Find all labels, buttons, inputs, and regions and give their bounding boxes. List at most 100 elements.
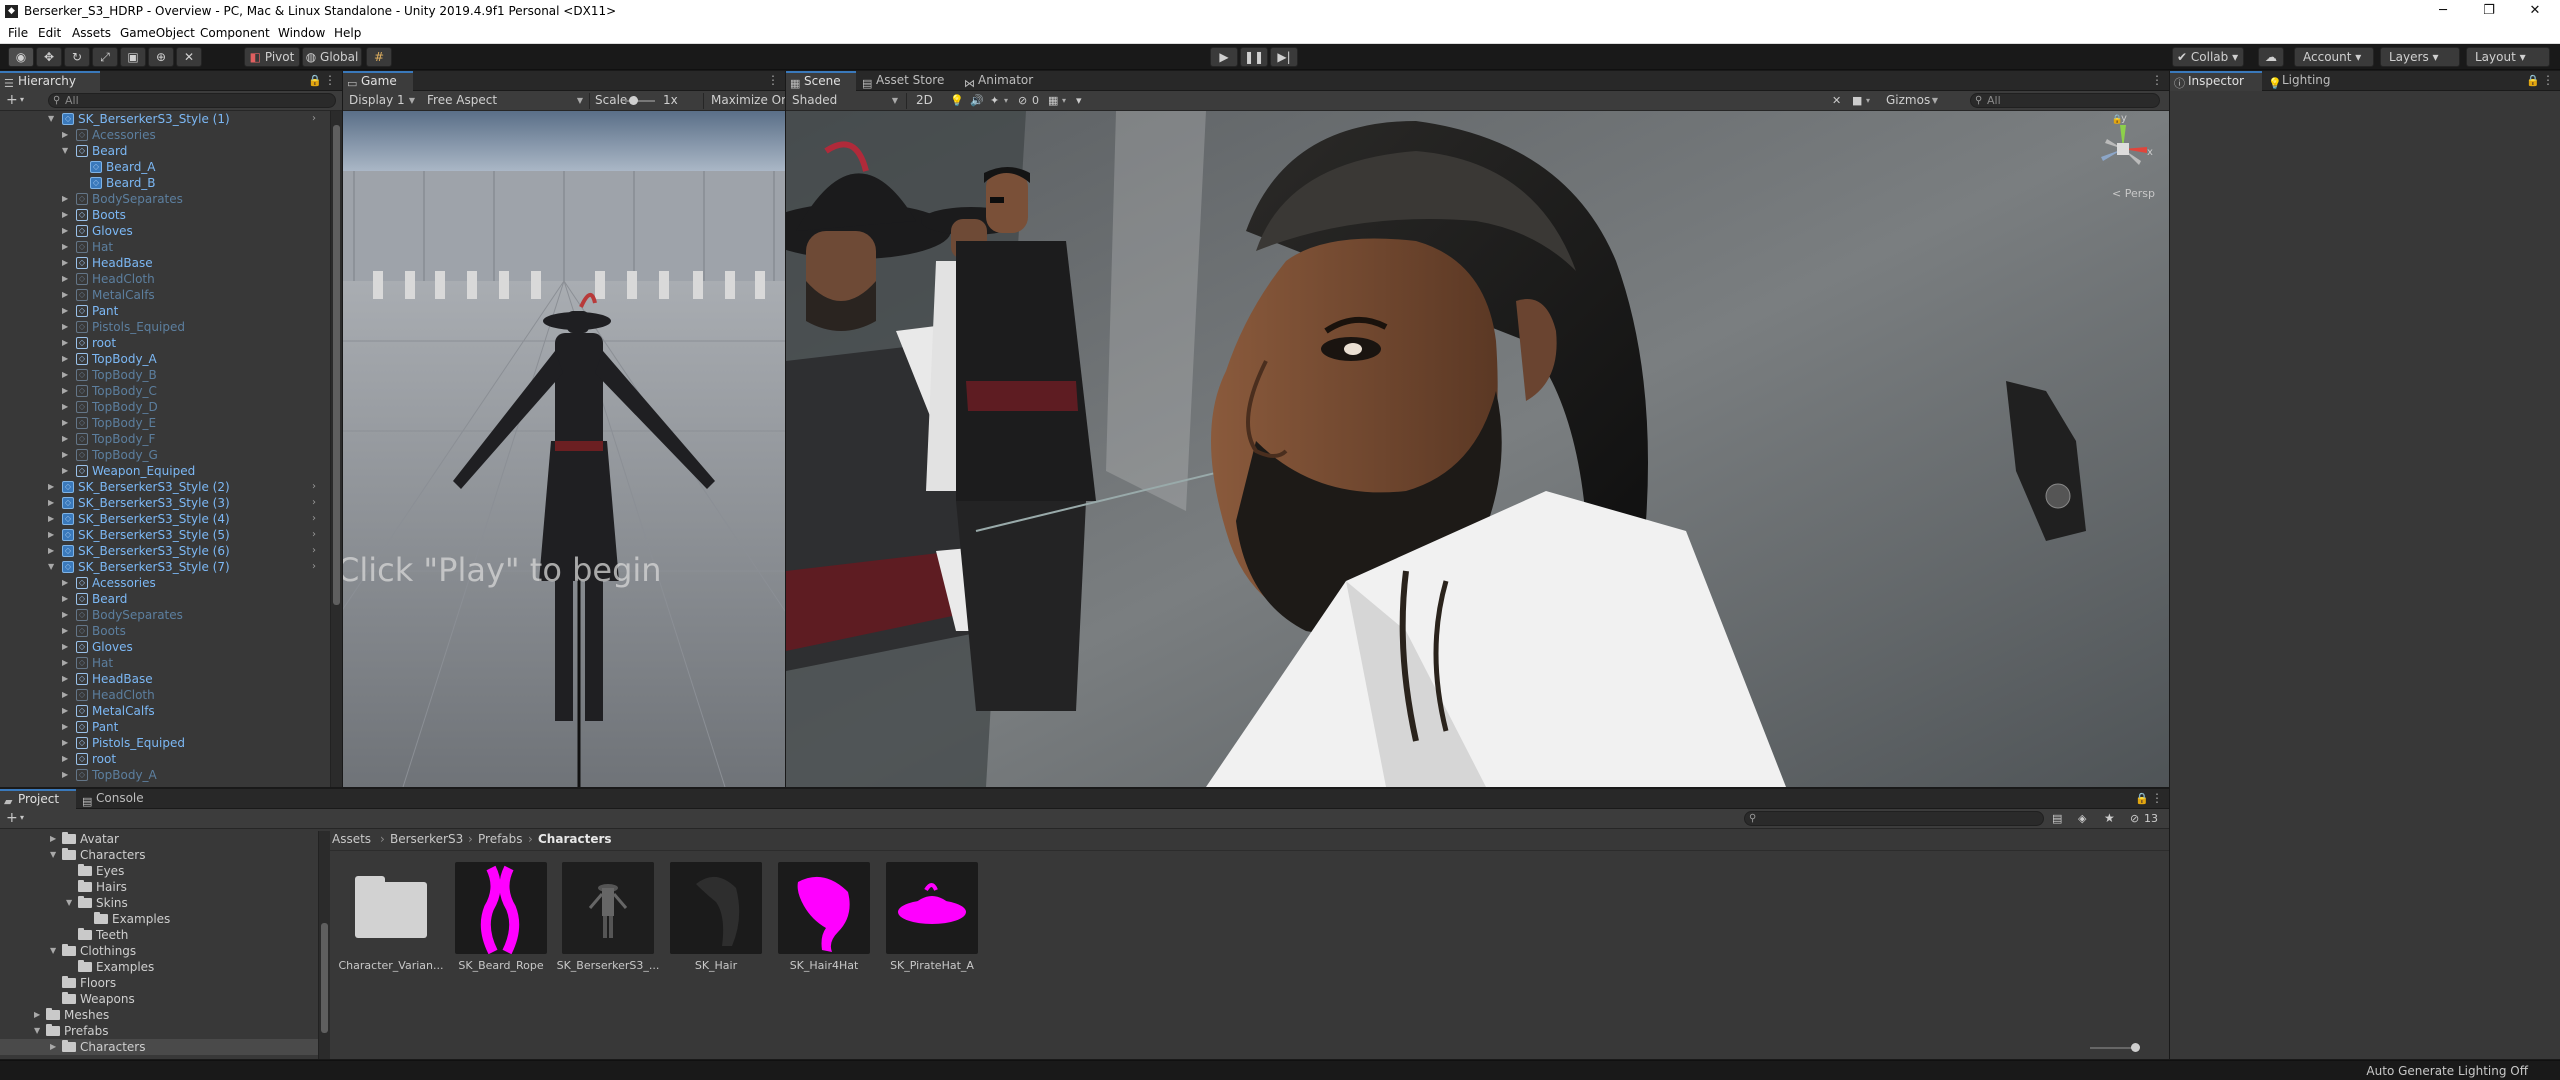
expand-arrow-icon[interactable]: ▶ [62,287,68,303]
chevron-right-icon[interactable]: › [312,111,316,127]
lock-icon[interactable]: 🔒 [2135,792,2149,805]
expand-arrow-icon[interactable]: ▶ [62,399,68,415]
expand-arrow-icon[interactable]: ▶ [62,703,68,719]
hierarchy-row[interactable]: ▶ ◇ HeadBase [0,255,330,271]
hierarchy-row[interactable]: ▶ ◇ Pistols_Equiped [0,319,330,335]
effects-dropdown-icon[interactable]: ▾ [1004,96,1008,105]
project-folder-row[interactable]: Floors [0,975,318,991]
project-folder-row[interactable]: ▶ Meshes [0,1007,318,1023]
hierarchy-row[interactable]: ▶ ◇ SK_BerserkerS3_Style (2) › [0,479,330,495]
grid-snap-button[interactable]: # [366,47,392,67]
project-folder-row[interactable]: ▼ Prefabs [0,1023,318,1039]
hierarchy-row[interactable]: ▶ ◇ Gloves [0,639,330,655]
effects-toggle-icon[interactable]: ✦ [990,94,999,107]
breadcrumb-berserkers3[interactable]: BerserkerS3 [390,832,463,846]
project-folder-row[interactable]: ▼ Characters [0,847,318,863]
expand-arrow-icon[interactable]: ▼ [34,1023,40,1039]
panel-menu-icon[interactable]: ⋮ [2151,791,2163,805]
expand-arrow-icon[interactable]: ▶ [62,239,68,255]
project-folder-row[interactable]: Weapons [0,991,318,1007]
hierarchy-row[interactable]: ▶ ◇ Beard [0,591,330,607]
tab-game[interactable]: ▭ Game [343,71,413,91]
expand-arrow-icon[interactable]: ▶ [62,655,68,671]
asset-item[interactable]: SK_PirateHat_A [886,862,978,972]
rotate-tool-button[interactable]: ↻ [64,47,90,67]
chevron-right-icon[interactable]: › [312,511,316,527]
hierarchy-row[interactable]: ▶ ◇ TopBody_D [0,399,330,415]
collab-dropdown[interactable]: ✔ Collab ▾ [2172,47,2244,67]
hierarchy-row[interactable]: ▶ ◇ TopBody_A [0,767,330,783]
project-tree-scrollbar[interactable] [318,831,330,1059]
expand-arrow-icon[interactable]: ▶ [62,623,68,639]
hierarchy-row[interactable]: ▶ ◇ HeadCloth [0,271,330,287]
scene-orientation-gizmo[interactable]: y x [2091,113,2155,181]
hierarchy-search-input[interactable]: ⚲ All [48,93,336,108]
menu-help[interactable]: Help [334,26,361,40]
hierarchy-row[interactable]: ▼ ◇ SK_BerserkerS3_Style (7) › [0,559,330,575]
expand-arrow-icon[interactable]: ▶ [62,607,68,623]
panel-menu-icon[interactable]: ⋮ [324,73,336,87]
project-search-input[interactable]: ⚲ [1744,811,2044,826]
expand-arrow-icon[interactable]: ▶ [62,591,68,607]
hierarchy-row[interactable]: ▶ ◇ MetalCalfs [0,287,330,303]
expand-arrow-icon[interactable]: ▶ [62,751,68,767]
hierarchy-row[interactable]: ▶ ◇ Gloves [0,223,330,239]
expand-arrow-icon[interactable]: ▼ [48,111,54,127]
expand-arrow-icon[interactable]: ▶ [62,319,68,335]
hierarchy-row[interactable]: ▶ ◇ SK_BerserkerS3_Style (6) › [0,543,330,559]
expand-arrow-icon[interactable]: ▶ [62,639,68,655]
breadcrumb-characters[interactable]: Characters [538,832,612,846]
camera-icon[interactable]: ■ [1852,94,1862,107]
expand-arrow-icon[interactable]: ▶ [62,127,68,143]
project-tree-scroll-thumb[interactable] [321,923,328,1033]
scale-slider[interactable] [625,96,655,105]
shading-mode-dropdown[interactable]: Shaded ▼ [788,93,902,109]
aspect-dropdown[interactable]: Free Aspect ▼ [423,93,587,109]
hierarchy-row[interactable]: ▶ ◇ root [0,751,330,767]
2d-toggle[interactable]: 2D [912,93,936,109]
hierarchy-row[interactable]: ◇ Beard_A [0,159,330,175]
hierarchy-scrollbar[interactable] [330,111,342,787]
tab-animator[interactable]: ⋈ Animator [960,71,1050,91]
project-folder-row[interactable]: Eyes [0,863,318,879]
chevron-right-icon[interactable]: › [312,543,316,559]
hierarchy-row[interactable]: ▶ ◇ BodySeparates [0,191,330,207]
hierarchy-row[interactable]: ▶ ◇ SK_BerserkerS3_Style (4) › [0,511,330,527]
account-dropdown[interactable]: Account ▾ [2294,47,2374,67]
view-tool-button[interactable]: ◉ [8,47,34,67]
audio-toggle-icon[interactable]: 🔊 [970,94,984,107]
hidden-objects-icon[interactable]: ⊘ [1018,94,1027,107]
asset-item[interactable]: SK_Hair4Hat [778,862,870,972]
asset-item[interactable]: SK_BerserkerS3_... [557,862,659,972]
minimize-button[interactable]: ─ [2420,0,2466,23]
hierarchy-row[interactable]: ▶ ◇ HeadBase [0,671,330,687]
menu-file[interactable]: File [8,26,28,40]
expand-arrow-icon[interactable]: ▶ [48,495,54,511]
hierarchy-row[interactable]: ▶ ◇ MetalCalfs [0,703,330,719]
scene-viewport[interactable]: y x 🔒 < Persp [786,111,2169,787]
hierarchy-row[interactable]: ▶ ◇ Boots [0,623,330,639]
panel-menu-icon[interactable]: ⋮ [2151,73,2163,87]
scene-search-input[interactable]: ⚲ All [1970,93,2160,108]
hierarchy-row[interactable]: ▶ ◇ Acessories [0,127,330,143]
tab-asset-store[interactable]: ▤ Asset Store [858,71,958,91]
expand-arrow-icon[interactable]: ▶ [62,303,68,319]
move-tool-button[interactable]: ✥ [36,47,62,67]
expand-arrow-icon[interactable]: ▶ [62,383,68,399]
close-button[interactable]: ✕ [2512,0,2558,23]
gizmo-lock-icon[interactable]: 🔒 [2112,115,2123,125]
hierarchy-row[interactable]: ▶ ◇ SK_BerserkerS3_Style (3) › [0,495,330,511]
hierarchy-row[interactable]: ◇ Beard_B [0,175,330,191]
camera-dropdown-icon[interactable]: ▾ [1866,96,1870,105]
filter-label-icon[interactable]: ◈ [2078,812,2086,825]
filter-type-icon[interactable]: ▤ [2052,812,2062,825]
custom-tool-button[interactable]: ✕ [176,47,202,67]
hierarchy-row[interactable]: ▶ ◇ SK_BerserkerS3_Style (5) › [0,527,330,543]
tab-project[interactable]: ▰ Project [0,789,76,809]
menu-window[interactable]: Window [278,26,325,40]
display-dropdown[interactable]: Display 1 ▼ [345,93,419,109]
grid-dropdown-icon[interactable]: ▾ [1062,96,1066,105]
hierarchy-row[interactable]: ▼ ◇ Beard [0,143,330,159]
expand-arrow-icon[interactable]: ▶ [62,335,68,351]
hierarchy-row[interactable]: ▶ ◇ Pant [0,719,330,735]
